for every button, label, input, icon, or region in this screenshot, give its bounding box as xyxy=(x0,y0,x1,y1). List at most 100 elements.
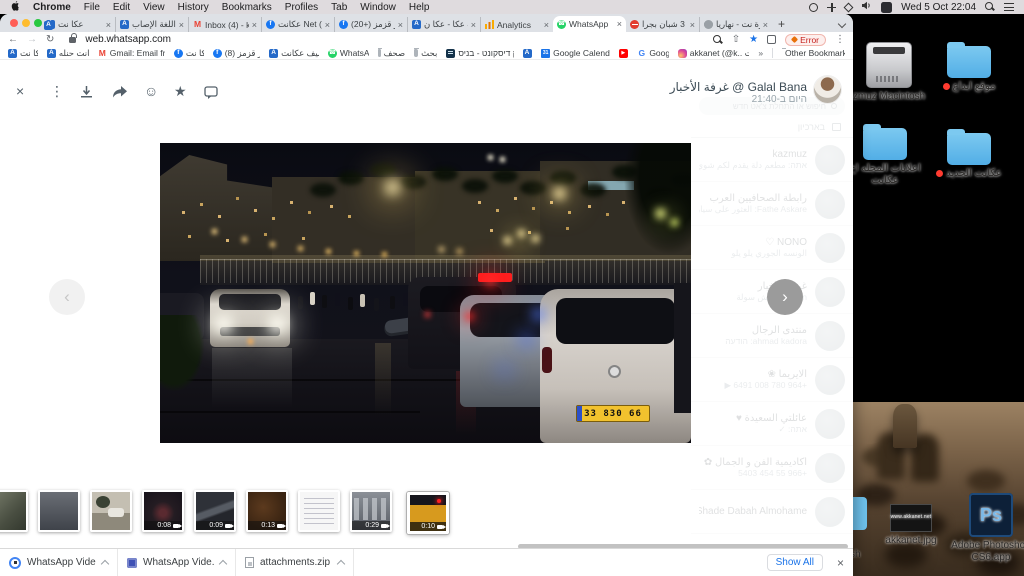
chevron-up-icon[interactable] xyxy=(101,560,109,568)
zoom-window-button[interactable] xyxy=(34,19,42,27)
desktop-icon-folder-akkanet-new[interactable]: عكانت الجديد xyxy=(926,133,1012,180)
media-thumbnail-video[interactable]: 0:13 xyxy=(246,490,288,532)
reload-button[interactable]: ↻ xyxy=(46,35,54,45)
bookmark-instagram[interactable]: akkanet (@k.. عكانت xyxy=(678,48,750,59)
bookmark-bank[interactable]: בנק דיסקונט - בניס.. xyxy=(446,48,513,58)
chrome-menu-icon[interactable]: ⋮ xyxy=(835,34,845,45)
tab-facebook-munir[interactable]: fمنير قزمز (+20)× xyxy=(334,17,407,32)
tab-close-icon[interactable]: × xyxy=(763,20,768,30)
bookmark-akkanet-2[interactable]: Aعكانت حنله xyxy=(47,48,89,59)
share-icon[interactable]: ⇧ xyxy=(732,34,740,45)
media-thumbnail-text[interactable] xyxy=(298,490,340,532)
tab-search-chevron-icon[interactable] xyxy=(838,20,846,28)
chat-list-item[interactable]: ألايريما ❀+964 780 008 6491 ▶ xyxy=(691,358,853,402)
address-bar[interactable]: web.whatsapp.com xyxy=(85,34,171,45)
bookmark-facebook-munir[interactable]: fمنير قزمز (8) xyxy=(213,48,260,59)
sender-info[interactable]: Galal Bana @ غرفة الأخبار היום ב-21:40 xyxy=(670,80,807,105)
minimize-window-button[interactable] xyxy=(22,19,30,27)
desktop-icon-photoshop[interactable]: Ps Adobe Photoshop CS6.app xyxy=(948,493,1024,563)
bookmark-gmail[interactable]: MGmail: Email from.. xyxy=(98,48,165,58)
desktop-icon-folder-mawqe[interactable]: موقع ابداع xyxy=(926,46,1012,93)
chat-list-item[interactable]: منتدى الرجالahmad kadora: הודעה xyxy=(691,314,853,358)
chat-list-item[interactable]: NONO ♡الونسه الجوري يلو يلو xyxy=(691,226,853,270)
desktop-icon-folder-ads[interactable]: اعلانات المجله اخ عكانت xyxy=(842,128,928,186)
bookmark-folder-search[interactable]: بحث xyxy=(414,48,437,59)
side-panel-icon[interactable] xyxy=(767,35,776,44)
tab-facebook-akkanet[interactable]: fعكانت Net (+20)× xyxy=(261,17,334,32)
menu-bar-clock[interactable]: Wed 5 Oct 22:04 xyxy=(901,2,976,13)
bookmarks-overflow-icon[interactable]: » xyxy=(758,48,763,58)
tab-close-icon[interactable]: × xyxy=(252,20,257,30)
archived-row[interactable]: בארכיון xyxy=(691,117,853,138)
tab-close-icon[interactable]: × xyxy=(544,20,549,30)
chat-list-item[interactable]: kazmuzאתה: مطعم دلة يقدم لكم شوي xyxy=(691,138,853,182)
tab-close-icon[interactable]: × xyxy=(690,20,695,30)
menu-edit[interactable]: Edit xyxy=(113,2,130,13)
tab-close-icon[interactable]: × xyxy=(179,20,184,30)
previous-media-button[interactable]: ‹ xyxy=(49,279,85,315)
apple-menu-icon[interactable] xyxy=(10,0,20,15)
zoom-page-icon[interactable] xyxy=(713,35,723,45)
close-viewer-icon[interactable]: × xyxy=(16,84,24,98)
input-source-icon[interactable] xyxy=(881,2,892,13)
download-icon[interactable] xyxy=(80,86,93,100)
menu-file[interactable]: File xyxy=(84,2,100,13)
tab-close-icon[interactable]: × xyxy=(398,20,403,30)
volume-icon[interactable] xyxy=(861,1,872,13)
bookmark-google[interactable]: GGoogle xyxy=(637,48,668,58)
chat-list-item[interactable]: أكاديمية الفن و الجمال ✿+966 55 454 5403 xyxy=(691,446,853,490)
tab-news-injury[interactable]: اصابة 3 شبان بجرا× xyxy=(626,17,699,32)
media-thumbnail-video[interactable]: 0:09 xyxy=(194,490,236,532)
menu-window[interactable]: Window xyxy=(360,2,396,13)
star-message-icon[interactable]: ★ xyxy=(174,84,187,98)
tab-inbox[interactable]: MInbox (4) - kaz× xyxy=(188,17,261,32)
media-thumbnail[interactable] xyxy=(38,490,80,532)
bookmark-star-icon[interactable]: ★ xyxy=(749,34,758,45)
menu-chrome[interactable]: Chrome xyxy=(33,2,71,13)
bookmark-akkanet-icononly[interactable]: A xyxy=(523,49,533,58)
pinned-tab-akkanet[interactable]: A xyxy=(44,21,53,30)
bookmark-calendar[interactable]: 31Google Calendar -.. xyxy=(541,48,610,58)
show-all-downloads-button[interactable]: Show All xyxy=(767,554,823,571)
tab-whatsapp-active[interactable]: ☎WhatsApp× xyxy=(553,16,626,32)
other-bookmarks[interactable]: Other Bookmarks xyxy=(782,48,845,58)
tab-close-icon[interactable]: × xyxy=(617,19,622,29)
media-thumbnail[interactable] xyxy=(90,490,132,532)
chevron-up-icon[interactable] xyxy=(337,560,345,568)
bookmark-facebook-akka[interactable]: fعكا نت xyxy=(174,48,204,59)
forward-message-icon[interactable] xyxy=(112,86,127,100)
tab-close-icon[interactable]: × xyxy=(471,20,476,30)
chevron-up-icon[interactable] xyxy=(219,560,227,568)
media-thumbnail-video[interactable]: 0:08 xyxy=(142,490,184,532)
menu-profiles[interactable]: Profiles xyxy=(285,2,318,13)
tab-close-icon[interactable]: × xyxy=(106,20,111,30)
desktop-icon-akkanet-jpg[interactable]: www.akkanet.net akkanet.jpg xyxy=(868,504,954,547)
status-circle-icon[interactable] xyxy=(809,3,818,12)
desktop-icon-macintosh-hd[interactable]: zmuz Macintosh xyxy=(846,42,932,103)
chat-list-item[interactable]: رابطة الصحافيين العربFathe Askare: العثو… xyxy=(691,182,853,226)
spotlight-icon[interactable] xyxy=(985,2,995,12)
menu-history[interactable]: History xyxy=(178,2,209,13)
download-item[interactable]: WhatsApp Vide....mp4 xyxy=(0,549,118,576)
bookmark-folder-press[interactable]: صحف xyxy=(378,48,406,59)
viewer-menu-icon[interactable]: ⋮ xyxy=(50,84,64,98)
notification-center-icon[interactable] xyxy=(1004,3,1014,11)
chat-bubble-icon[interactable] xyxy=(204,86,218,101)
menu-bookmarks[interactable]: Bookmarks xyxy=(222,2,272,13)
download-item[interactable]: WhatsApp Vide....mp4 xyxy=(118,549,236,576)
new-tab-button[interactable]: + xyxy=(778,17,785,31)
tab-close-icon[interactable]: × xyxy=(325,20,330,30)
tab-assennara[interactable]: الصنارة نت - نهاريا× xyxy=(699,17,772,32)
menu-tab[interactable]: Tab xyxy=(331,2,347,13)
bookmark-archive[interactable]: Aأرشيف عكانت xyxy=(269,48,319,59)
emoji-icon[interactable]: ☺ xyxy=(144,84,158,98)
forward-button[interactable]: → xyxy=(27,35,37,45)
bookmark-akkanet[interactable]: Aعكا نت xyxy=(8,48,38,59)
next-media-button[interactable]: › xyxy=(767,279,803,315)
tab-archive[interactable]: Aأرشيف عكا - عكا ن× xyxy=(407,17,480,32)
menu-view[interactable]: View xyxy=(143,2,165,13)
sender-avatar[interactable] xyxy=(814,76,841,103)
status-plus-icon[interactable] xyxy=(827,3,836,12)
close-window-button[interactable] xyxy=(10,19,18,27)
chat-list-item[interactable]: Shade Dabah Almohame xyxy=(691,490,853,534)
